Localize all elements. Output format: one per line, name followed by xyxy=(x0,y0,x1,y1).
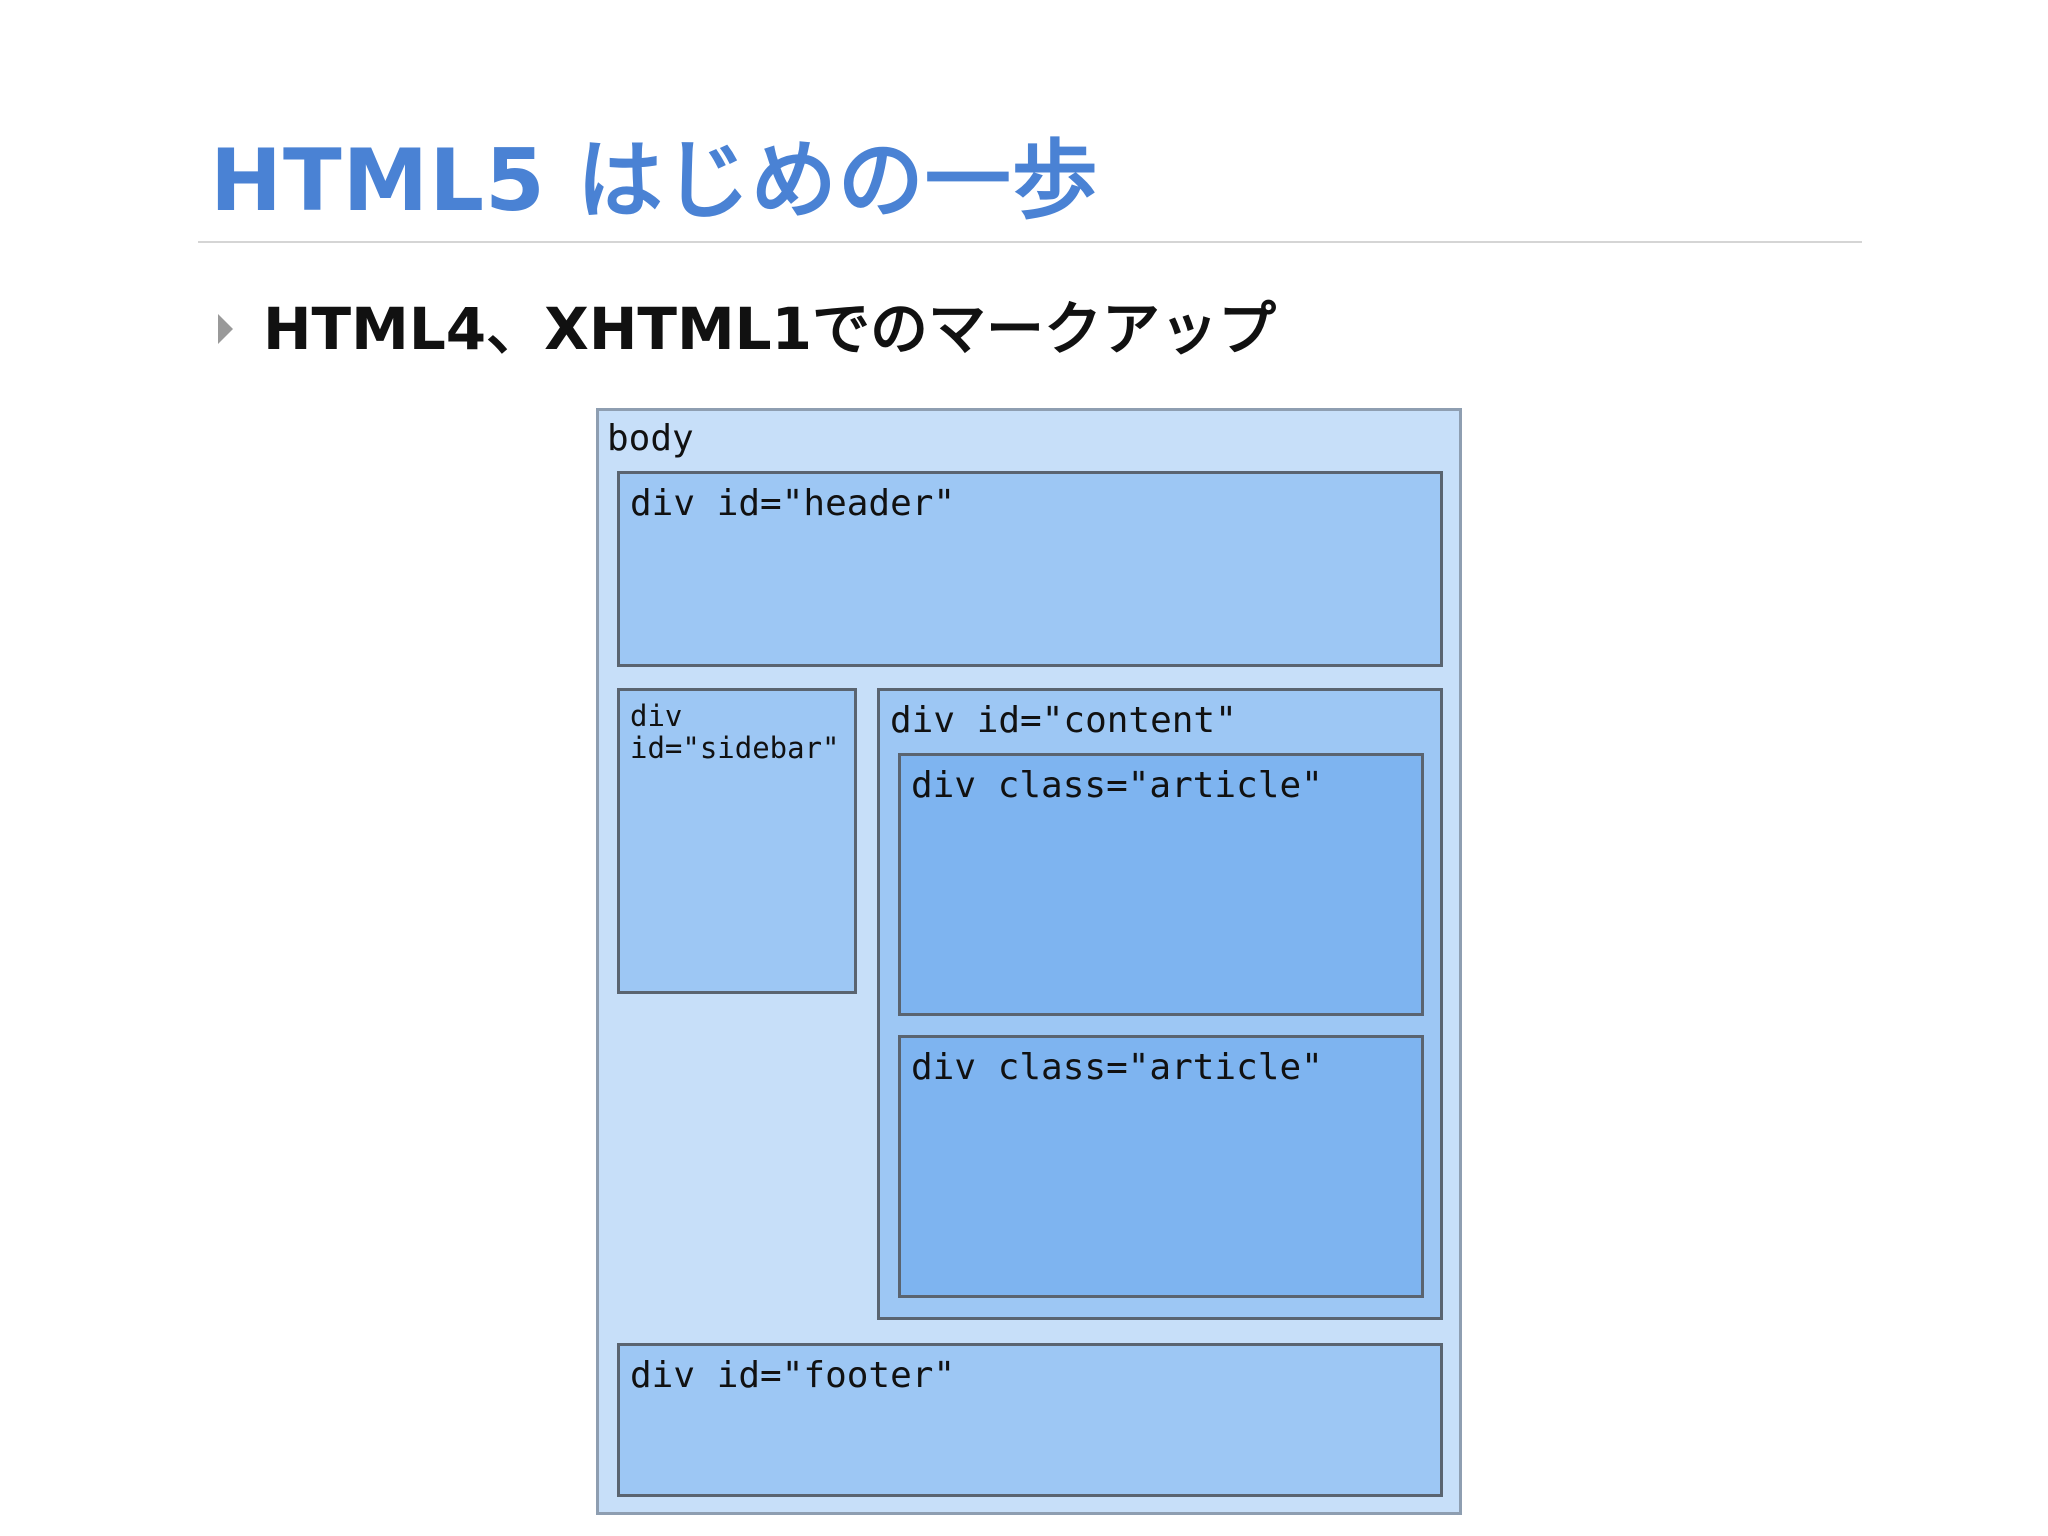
content-box: div id="content" div class="article" div… xyxy=(877,688,1443,1320)
header-box: div id="header" xyxy=(617,471,1443,667)
sidebar-label: div id="sidebar" xyxy=(630,699,840,765)
header-label: div id="header" xyxy=(630,483,956,524)
footer-label: div id="footer" xyxy=(630,1355,956,1396)
slide-title: HTML5 はじめの一歩 xyxy=(210,131,1099,231)
article-label-1: div class="article" xyxy=(911,765,1323,806)
article-box-2: div class="article" xyxy=(898,1035,1424,1298)
triangle-right-icon xyxy=(218,314,233,344)
footer-box: div id="footer" xyxy=(617,1343,1443,1497)
title-divider xyxy=(198,241,1862,243)
article-label-2: div class="article" xyxy=(911,1047,1323,1088)
body-label: body xyxy=(607,418,694,459)
bullet-item: HTML4、XHTML1でのマークアップ xyxy=(218,300,1276,358)
sidebar-box: div id="sidebar" xyxy=(617,688,857,994)
slide: HTML5 はじめの一歩 HTML4、XHTML1でのマークアップ body d… xyxy=(0,0,2048,1536)
content-label: div id="content" xyxy=(890,700,1237,741)
bullet-text: HTML4、XHTML1でのマークアップ xyxy=(263,295,1276,363)
body-box: body div id="header" div id="sidebar" di… xyxy=(596,408,1462,1515)
article-box-1: div class="article" xyxy=(898,753,1424,1016)
